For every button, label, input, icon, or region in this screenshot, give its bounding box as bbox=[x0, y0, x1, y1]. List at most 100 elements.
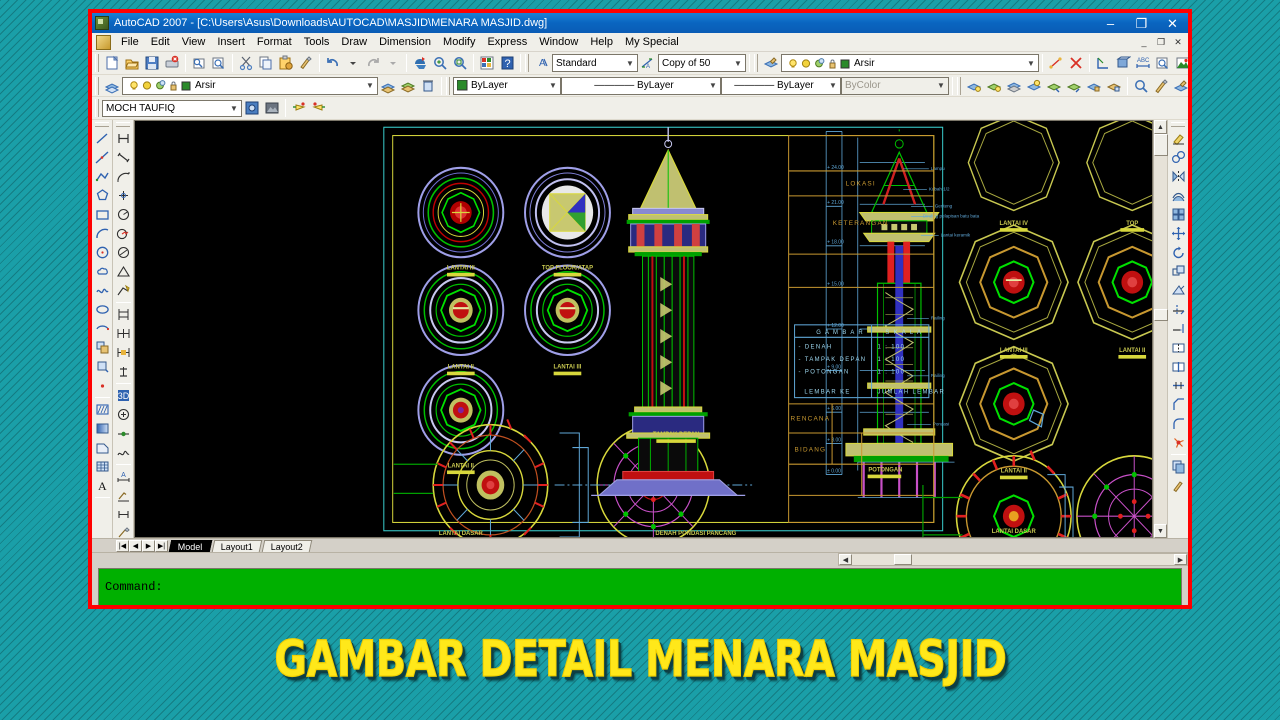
toolbar-grip[interactable] bbox=[116, 122, 130, 127]
linear-dim-icon[interactable] bbox=[114, 129, 133, 148]
osnap-none-icon[interactable] bbox=[1066, 53, 1086, 73]
properties-toolbar-grip[interactable] bbox=[446, 76, 450, 95]
linetype-combo[interactable]: ———— ByLayer ▼ bbox=[561, 76, 721, 95]
prev-tab-button[interactable]: ◀ bbox=[129, 540, 142, 552]
menu-format[interactable]: Format bbox=[251, 34, 298, 50]
scroll-right-button[interactable]: ▶ bbox=[1174, 554, 1187, 565]
rectangle-icon[interactable] bbox=[93, 205, 112, 224]
xline-icon[interactable] bbox=[93, 148, 112, 167]
text-style-icon[interactable]: A bbox=[532, 53, 552, 73]
vscroll-thumb-secondary[interactable] bbox=[1154, 309, 1168, 321]
jogged-dim-icon[interactable] bbox=[114, 224, 133, 243]
chevron-down-icon[interactable]: ▼ bbox=[934, 78, 948, 94]
layer-walk-icon[interactable] bbox=[964, 76, 984, 96]
layer-properties-manager-icon[interactable] bbox=[102, 76, 122, 96]
plotstyle-combo[interactable]: ByColor ▼ bbox=[841, 76, 949, 95]
dim-quick-icon[interactable]: ABC bbox=[1133, 53, 1153, 73]
menu-modify[interactable]: Modify bbox=[437, 34, 481, 50]
polygon-icon[interactable] bbox=[93, 186, 112, 205]
chevron-down-icon[interactable]: ▼ bbox=[623, 55, 637, 71]
arc-icon[interactable] bbox=[93, 224, 112, 243]
layer-thaw-icon[interactable] bbox=[1064, 76, 1084, 96]
polyline-icon[interactable] bbox=[93, 167, 112, 186]
paste-icon[interactable] bbox=[276, 53, 296, 73]
undo-icon[interactable] bbox=[323, 53, 343, 73]
toolbar-grip[interactable] bbox=[95, 54, 99, 72]
dim-text-edit-icon[interactable]: A bbox=[114, 467, 133, 486]
toolbar-grip[interactable] bbox=[1171, 122, 1185, 127]
style-name-combo[interactable]: MOCH TAUFIQ ▼ bbox=[102, 99, 242, 117]
offset-icon[interactable] bbox=[1169, 186, 1188, 205]
menu-help[interactable]: Help bbox=[584, 34, 619, 50]
osnap-line-icon[interactable] bbox=[1046, 53, 1066, 73]
angular-dim-icon[interactable] bbox=[114, 262, 133, 281]
styles-toolbar-grip[interactable] bbox=[525, 54, 529, 72]
mirror-icon[interactable] bbox=[1169, 167, 1188, 186]
plot-icon[interactable] bbox=[162, 53, 182, 73]
layer-properties-icon[interactable] bbox=[761, 53, 781, 73]
ellipse-icon[interactable] bbox=[93, 300, 112, 319]
extend-icon[interactable] bbox=[1169, 319, 1188, 338]
layer-lock-icon[interactable] bbox=[1084, 76, 1104, 96]
mdi-close-button[interactable]: ✕ bbox=[1170, 35, 1186, 49]
match-properties-icon[interactable] bbox=[296, 53, 316, 73]
undo-dropdown-icon[interactable] bbox=[343, 53, 363, 73]
copy-icon[interactable] bbox=[256, 53, 276, 73]
layer-delete-icon[interactable] bbox=[418, 76, 438, 96]
menu-file[interactable]: File bbox=[115, 34, 145, 50]
layers-toolbar-grip[interactable] bbox=[754, 54, 758, 72]
ellipse-arc-icon[interactable] bbox=[93, 319, 112, 338]
properties-panel-icon[interactable] bbox=[1169, 457, 1188, 476]
ucs-icon[interactable] bbox=[1093, 53, 1113, 73]
revcloud-icon[interactable] bbox=[93, 262, 112, 281]
help-icon[interactable]: ? bbox=[497, 53, 517, 73]
scroll-down-button[interactable]: ▼ bbox=[1154, 524, 1167, 538]
diameter-dim-icon[interactable] bbox=[114, 243, 133, 262]
make-block-icon[interactable] bbox=[93, 357, 112, 376]
layer-tools-grip[interactable] bbox=[957, 76, 961, 95]
trim-icon[interactable] bbox=[1169, 300, 1188, 319]
chevron-down-icon[interactable]: ▼ bbox=[826, 78, 840, 94]
save-icon[interactable] bbox=[142, 53, 162, 73]
point-icon[interactable] bbox=[93, 376, 112, 395]
match-prop-icon[interactable] bbox=[1169, 476, 1188, 495]
next-tab-button[interactable]: ▶ bbox=[142, 540, 155, 552]
light-icon[interactable] bbox=[289, 98, 309, 118]
lineweight-combo[interactable]: ———— ByLayer ▼ bbox=[721, 76, 841, 95]
menu-draw[interactable]: Draw bbox=[335, 34, 373, 50]
plot-preview-icon[interactable] bbox=[189, 53, 209, 73]
menu-window[interactable]: Window bbox=[533, 34, 584, 50]
chevron-down-icon[interactable]: ▼ bbox=[731, 55, 745, 71]
vscroll-thumb[interactable] bbox=[1154, 134, 1168, 156]
menu-view[interactable]: View bbox=[176, 34, 212, 50]
zoom-prev-icon[interactable] bbox=[1153, 53, 1173, 73]
command-line[interactable]: Command: bbox=[98, 568, 1182, 605]
properties-icon[interactable] bbox=[477, 53, 497, 73]
radius-dim-icon[interactable] bbox=[114, 205, 133, 224]
dim-oblique-icon[interactable] bbox=[114, 486, 133, 505]
dim-style-combo[interactable]: Copy of 50 ▼ bbox=[658, 54, 746, 72]
join-icon[interactable] bbox=[1169, 376, 1188, 395]
render-icon[interactable] bbox=[1173, 53, 1188, 73]
array-icon[interactable] bbox=[1169, 205, 1188, 224]
mdi-restore-button[interactable]: ❐ bbox=[1153, 35, 1169, 49]
dim-edit-icon[interactable]: 3D bbox=[114, 386, 133, 405]
layer-freeze-icon[interactable] bbox=[1044, 76, 1064, 96]
redo-icon[interactable] bbox=[363, 53, 383, 73]
first-tab-button[interactable]: |◀ bbox=[116, 540, 129, 552]
tab-layout2[interactable]: Layout2 bbox=[261, 540, 312, 552]
dim-update-icon[interactable] bbox=[114, 424, 133, 443]
menu-edit[interactable]: Edit bbox=[145, 34, 176, 50]
layer-off-icon[interactable] bbox=[1004, 76, 1024, 96]
layer-isolate-icon[interactable] bbox=[984, 76, 1004, 96]
break-icon[interactable] bbox=[1169, 338, 1188, 357]
toolbar-grip[interactable] bbox=[95, 99, 99, 117]
hscroll-thumb[interactable] bbox=[894, 554, 912, 565]
hatch-icon[interactable] bbox=[93, 400, 112, 419]
new-icon[interactable] bbox=[102, 53, 122, 73]
copy-object-icon[interactable] bbox=[1169, 148, 1188, 167]
toolbar-grip[interactable] bbox=[95, 76, 99, 95]
toolbar-grip[interactable] bbox=[95, 122, 109, 127]
menu-express[interactable]: Express bbox=[481, 34, 533, 50]
cut-icon[interactable] bbox=[236, 53, 256, 73]
